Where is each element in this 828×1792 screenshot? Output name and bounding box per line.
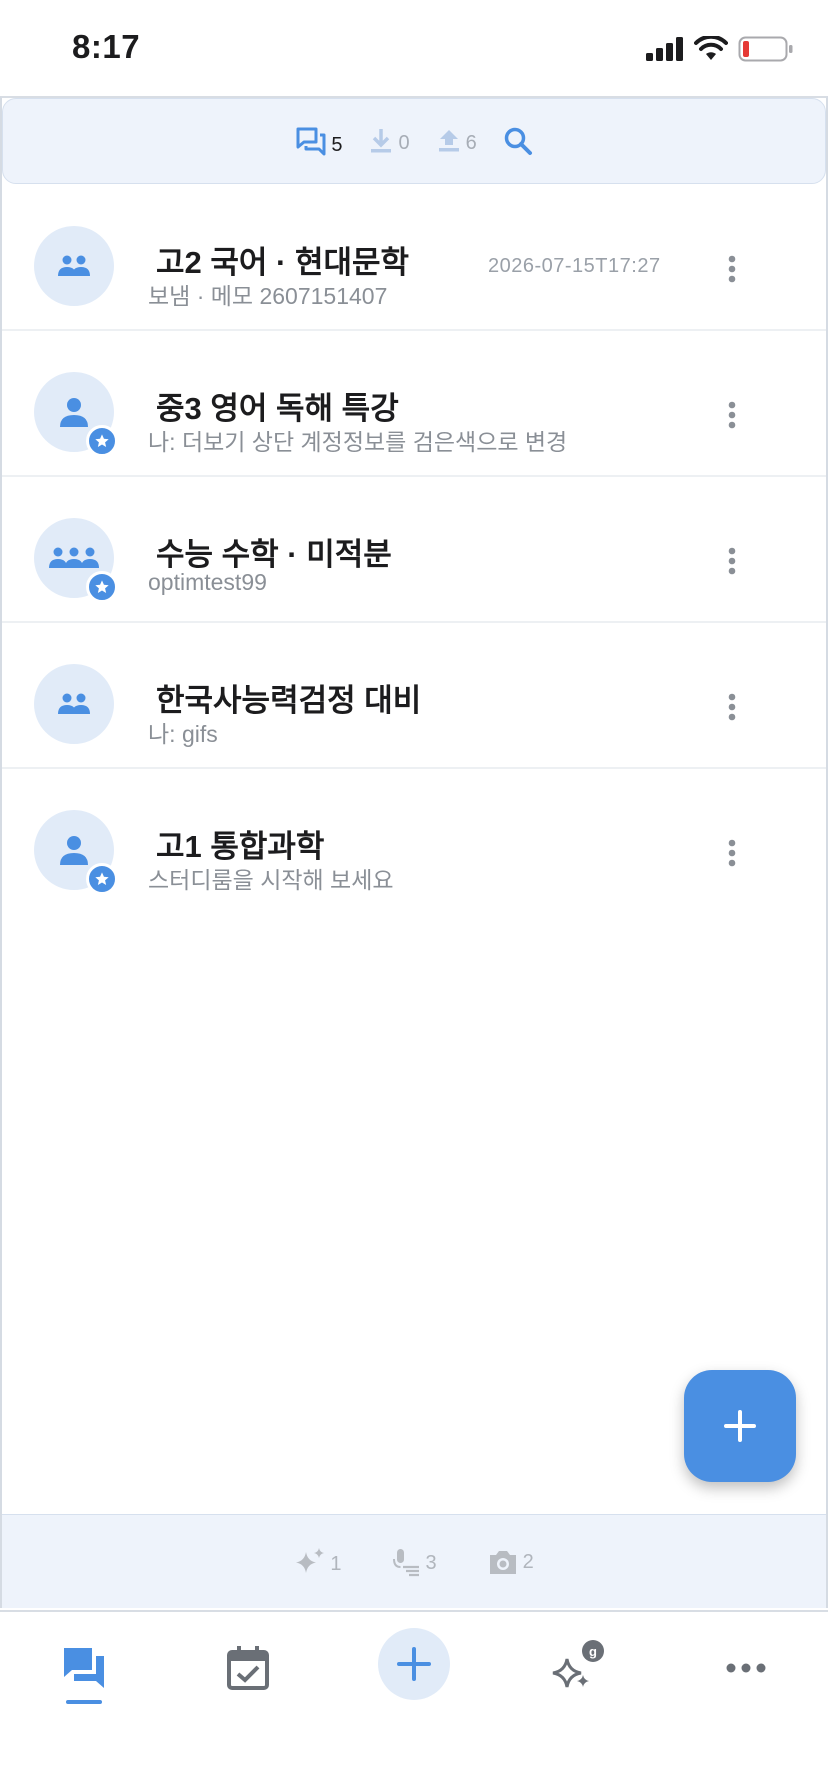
tab-add-button[interactable] (378, 1628, 450, 1700)
room-title: 중3 영어 독해 특강 (156, 391, 399, 426)
room-title: 고1 통합과학 (156, 829, 325, 864)
room-item[interactable]: 한국사능력검정 대비 나: gifs (2, 623, 826, 769)
bottom-counter-bar: 1 3 2 (2, 1514, 826, 1608)
voice-count: 3 (425, 1551, 437, 1574)
room-subtitle: 스터디룸을 시작해 보세요 (148, 867, 394, 893)
favorite-badge (86, 425, 118, 457)
status-bar: 8:17 (0, 0, 828, 96)
room-more-button[interactable] (714, 835, 750, 871)
voice-memo-icon (393, 1548, 420, 1576)
download-icon (371, 129, 392, 153)
room-more-button[interactable] (714, 397, 750, 433)
create-room-fab[interactable] (684, 1370, 796, 1482)
ai-count: 1 (330, 1552, 342, 1575)
room-avatar (34, 664, 114, 744)
room-title: 한국사능력검정 대비 (156, 683, 422, 718)
room-title: 고2 국어 · 현대문학 (156, 245, 410, 280)
more-horizontal-icon (726, 1663, 766, 1673)
upload-icon (438, 130, 459, 152)
room-item[interactable]: 수능 수학 · 미적분 optimtest99 (2, 477, 826, 623)
downloads-count: 0 (398, 132, 410, 154)
favorite-badge (86, 571, 118, 603)
room-subtitle: 나: gifs (148, 721, 218, 747)
more-vertical-icon (728, 547, 736, 575)
uploads-filter[interactable]: 6 (436, 127, 477, 155)
chat-bubbles-icon (296, 127, 326, 156)
large-group-icon (49, 547, 99, 568)
more-vertical-icon (728, 401, 736, 429)
star-icon (95, 434, 109, 447)
tab-ai[interactable] (534, 1628, 614, 1708)
person-icon (60, 398, 88, 427)
photo-count: 2 (522, 1550, 534, 1573)
room-more-button[interactable] (714, 689, 750, 725)
room-title: 수능 수학 · 미적분 (156, 537, 392, 572)
room-item[interactable]: 고1 통합과학 스터디룸을 시작해 보세요 (2, 769, 826, 915)
chats-filter[interactable]: 5 (295, 125, 342, 157)
room-item[interactable]: 중3 영어 독해 특강 나: 더보기 상단 계정정보를 검은색으로 변경 (2, 331, 826, 477)
search-icon (504, 127, 532, 155)
group-icon (58, 255, 90, 276)
favorite-badge (86, 863, 118, 895)
tab-bar: g (0, 1610, 828, 1792)
ai-counter[interactable]: 1 (294, 1546, 341, 1578)
room-subtitle: 나: 더보기 상단 계정정보를 검은색으로 변경 (148, 429, 568, 455)
plus-icon (397, 1647, 431, 1681)
downloads-filter[interactable]: 0 (368, 127, 410, 155)
tab-chats[interactable] (44, 1628, 124, 1708)
ai-tab-badge: g (582, 1640, 604, 1662)
battery-low-icon (738, 36, 793, 62)
room-subtitle: 보냄 · 메모 2607151407 (148, 283, 388, 309)
camera-icon (489, 1550, 516, 1574)
more-vertical-icon (728, 839, 736, 867)
star-icon (95, 580, 109, 593)
status-icons (646, 34, 794, 64)
room-list: 고2 국어 · 현대문학 보냄 · 메모 2607151407 2026-07-… (2, 185, 826, 915)
photo-counter[interactable]: 2 (487, 1548, 534, 1576)
status-time: 8:17 (72, 28, 141, 65)
voice-counter[interactable]: 3 (391, 1547, 437, 1577)
search-button[interactable] (503, 126, 533, 156)
room-timestamp: 2026-07-15T17:27 (488, 255, 661, 277)
chats-tab-icon (64, 1648, 104, 1688)
person-icon (60, 836, 88, 865)
star-icon (95, 872, 109, 885)
tab-more[interactable] (706, 1628, 786, 1708)
top-filter-bar: 5 0 6 (2, 98, 826, 184)
more-vertical-icon (728, 255, 736, 283)
more-vertical-icon (728, 693, 736, 721)
room-more-button[interactable] (714, 543, 750, 579)
group-icon (58, 693, 90, 714)
room-more-button[interactable] (714, 251, 750, 287)
uploads-count: 6 (465, 132, 477, 154)
cellular-signal-icon (646, 37, 683, 61)
wifi-icon (694, 36, 728, 60)
sparkles-icon (296, 1547, 325, 1573)
calendar-check-icon (227, 1646, 269, 1690)
room-subtitle: optimtest99 (148, 569, 267, 595)
room-avatar (34, 226, 114, 306)
plus-icon (724, 1410, 756, 1442)
room-item[interactable]: 고2 국어 · 현대문학 보냄 · 메모 2607151407 2026-07-… (2, 185, 826, 331)
tab-calendar[interactable] (208, 1628, 288, 1708)
active-tab-indicator (66, 1700, 102, 1704)
chats-count: 5 (331, 134, 343, 156)
